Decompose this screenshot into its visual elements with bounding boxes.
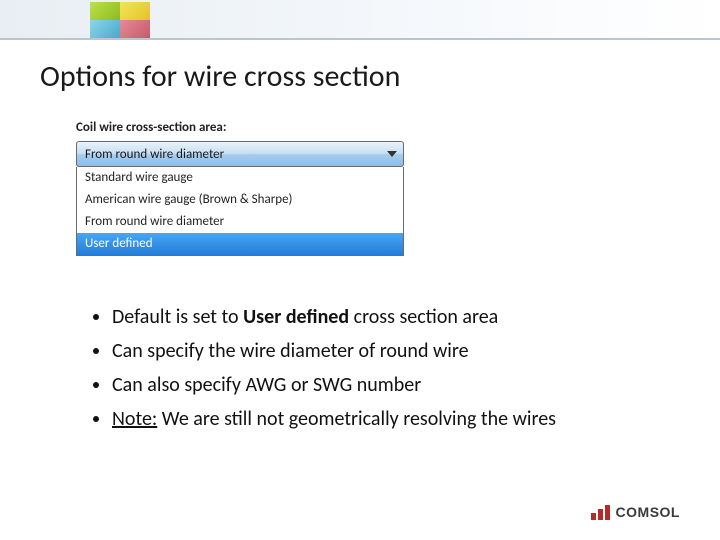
bullet-item: Can specify the wire diameter of round w… bbox=[112, 334, 650, 368]
top-decor-strip bbox=[0, 0, 720, 40]
dropdown-list: Standard wire gauge American wire gauge … bbox=[76, 167, 404, 256]
dropdown-option[interactable]: Standard wire gauge bbox=[77, 167, 403, 189]
cross-section-dropdown[interactable]: From round wire diameter bbox=[76, 141, 404, 167]
brand-icon bbox=[90, 2, 150, 38]
cross-section-widget: Coil wire cross-section area: From round… bbox=[76, 120, 404, 256]
widget-label: Coil wire cross-section area: bbox=[76, 120, 404, 135]
bullet-item: Note: We are still not geometrically res… bbox=[112, 402, 650, 436]
dropdown-option[interactable]: User defined bbox=[77, 233, 403, 255]
brand-bars-icon bbox=[591, 505, 610, 520]
footer-brand: COMSOL bbox=[591, 504, 680, 520]
dropdown-selected-value: From round wire diameter bbox=[85, 147, 224, 162]
bullet-item: Can also specify AWG or SWG number bbox=[112, 368, 650, 402]
bullet-item: Default is set to User defined cross sec… bbox=[112, 300, 650, 334]
bullet-list: Default is set to User defined cross sec… bbox=[90, 300, 650, 436]
chevron-down-icon bbox=[387, 151, 397, 157]
brand-name: COMSOL bbox=[616, 504, 680, 520]
dropdown-option[interactable]: American wire gauge (Brown & Sharpe) bbox=[77, 189, 403, 211]
page-title: Options for wire cross section bbox=[40, 58, 400, 95]
dropdown-option[interactable]: From round wire diameter bbox=[77, 211, 403, 233]
